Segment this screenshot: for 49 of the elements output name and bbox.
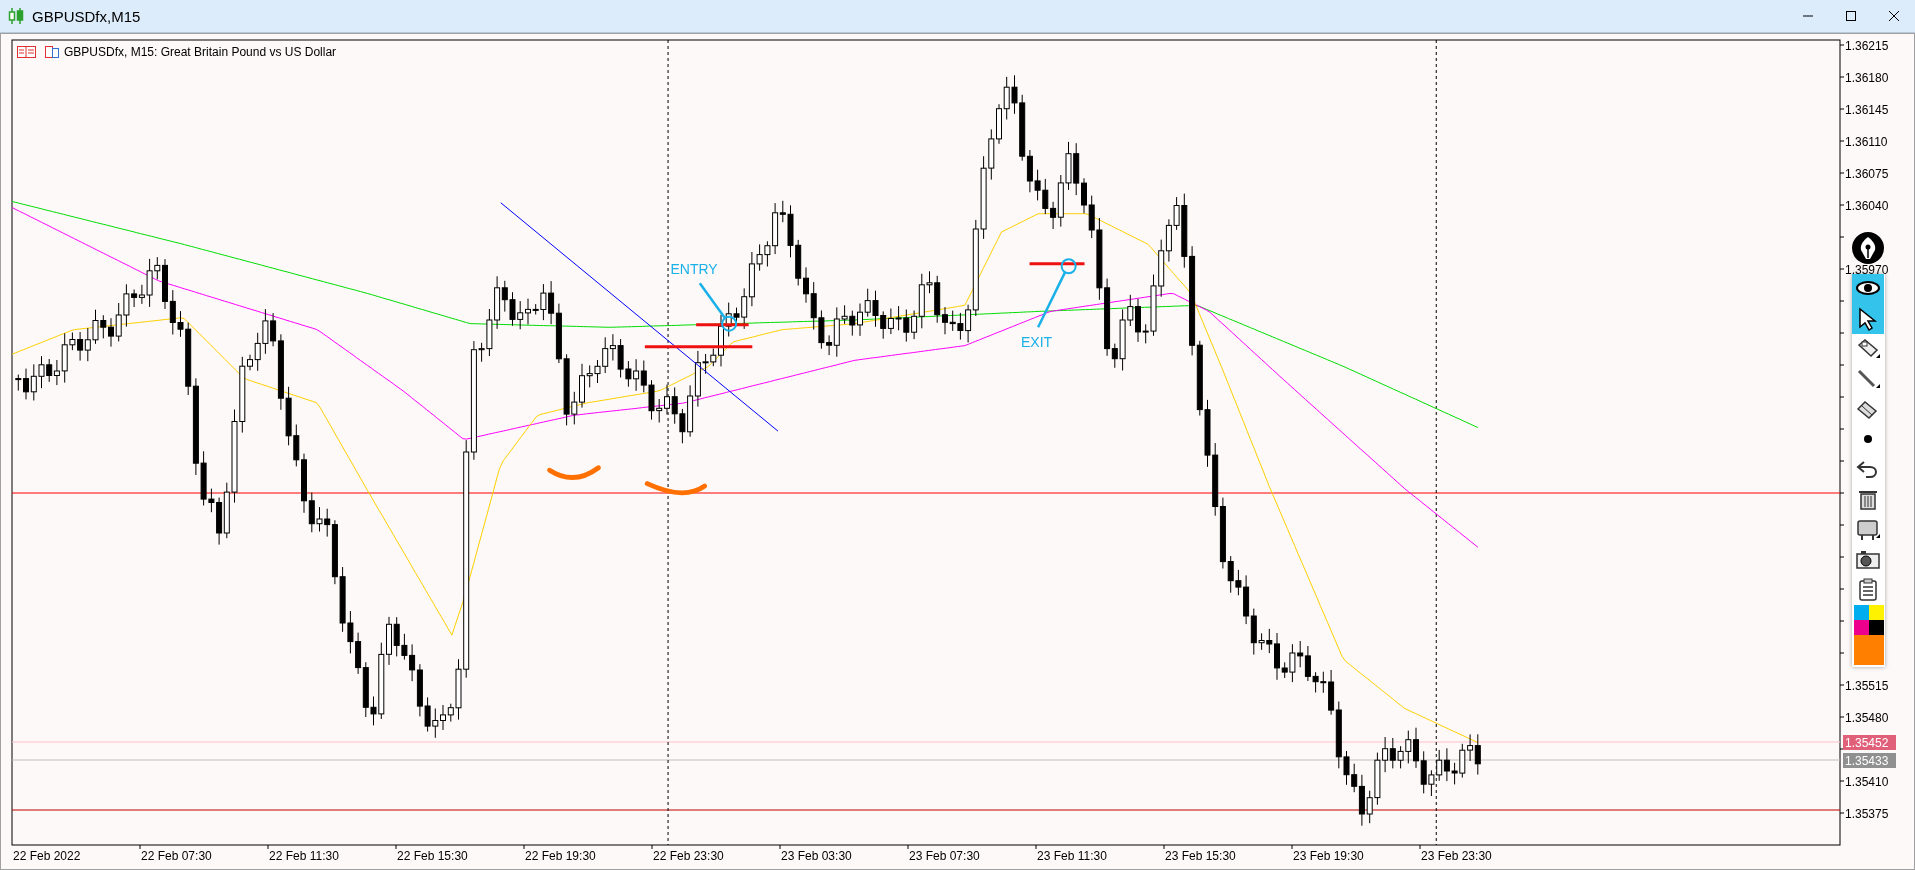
cursor-tool-button[interactable] <box>1852 304 1884 334</box>
bid-price-label: 1.35452 <box>1843 735 1896 750</box>
color-swatch[interactable] <box>1854 635 1884 665</box>
price-label: 1.35515 <box>1845 678 1889 693</box>
pen-nib-icon[interactable] <box>1852 232 1884 264</box>
circle-marker <box>721 315 738 332</box>
price-label: 1.36145 <box>1845 102 1889 117</box>
price-label: 1.36075 <box>1845 166 1889 181</box>
time-label: 23 Feb 15:30 <box>1165 849 1236 863</box>
eye-tool-button[interactable] <box>1852 274 1884 304</box>
circle-marker <box>1060 258 1077 275</box>
color-swatch[interactable] <box>1854 620 1869 635</box>
price-label: 1.35410 <box>1845 774 1889 789</box>
level-line <box>696 323 749 327</box>
hand-drawn-stroke <box>644 481 708 496</box>
annotation-label: ENTRY <box>670 260 718 277</box>
color-swatch[interactable] <box>1854 605 1869 620</box>
price-label: 1.35375 <box>1845 806 1889 821</box>
window-title: GBPUSDfx,M15 <box>32 7 142 25</box>
time-label: 22 Feb 11:30 <box>269 849 339 863</box>
price-label: 1.36040 <box>1845 198 1889 213</box>
time-label: 22 Feb 07:30 <box>141 849 212 863</box>
color-swatch[interactable] <box>1869 605 1884 620</box>
list-icon <box>17 46 36 58</box>
time-label: 23 Feb 11:30 <box>1037 849 1107 863</box>
panel-icon <box>45 46 59 58</box>
time-label: 23 Feb 23:30 <box>1421 849 1492 863</box>
time-label: 22 Feb 15:30 <box>397 849 468 863</box>
time-label: 22 Feb 19:30 <box>525 849 596 863</box>
time-label: 23 Feb 03:30 <box>781 849 852 863</box>
price-label: 1.36180 <box>1845 70 1889 85</box>
candlestick-icon <box>8 7 24 25</box>
dot-icon <box>1863 434 1873 444</box>
close-icon <box>1888 10 1900 22</box>
ask-price-label: 1.35433 <box>1843 753 1896 768</box>
time-label: 23 Feb 19:30 <box>1293 849 1364 863</box>
color-swatch[interactable] <box>1869 620 1884 635</box>
level-line <box>1029 262 1085 266</box>
chart-header: GBPUSDfx, M15: Great Britain Pound vs US Dollar <box>64 45 337 59</box>
price-label: 1.36215 <box>1845 38 1889 53</box>
maximize-icon <box>1845 10 1857 22</box>
time-label: 22 Feb 23:30 <box>653 849 724 863</box>
time-label: 23 Feb 07:30 <box>909 849 980 863</box>
annotation-label: EXIT <box>1021 333 1053 350</box>
price-label: 1.35970 <box>1845 262 1889 277</box>
time-label: 22 Feb 2022 <box>13 849 81 863</box>
hand-drawn-stroke <box>547 465 601 480</box>
price-label: 1.35480 <box>1845 710 1889 725</box>
price-label: 1.36110 <box>1845 134 1888 149</box>
